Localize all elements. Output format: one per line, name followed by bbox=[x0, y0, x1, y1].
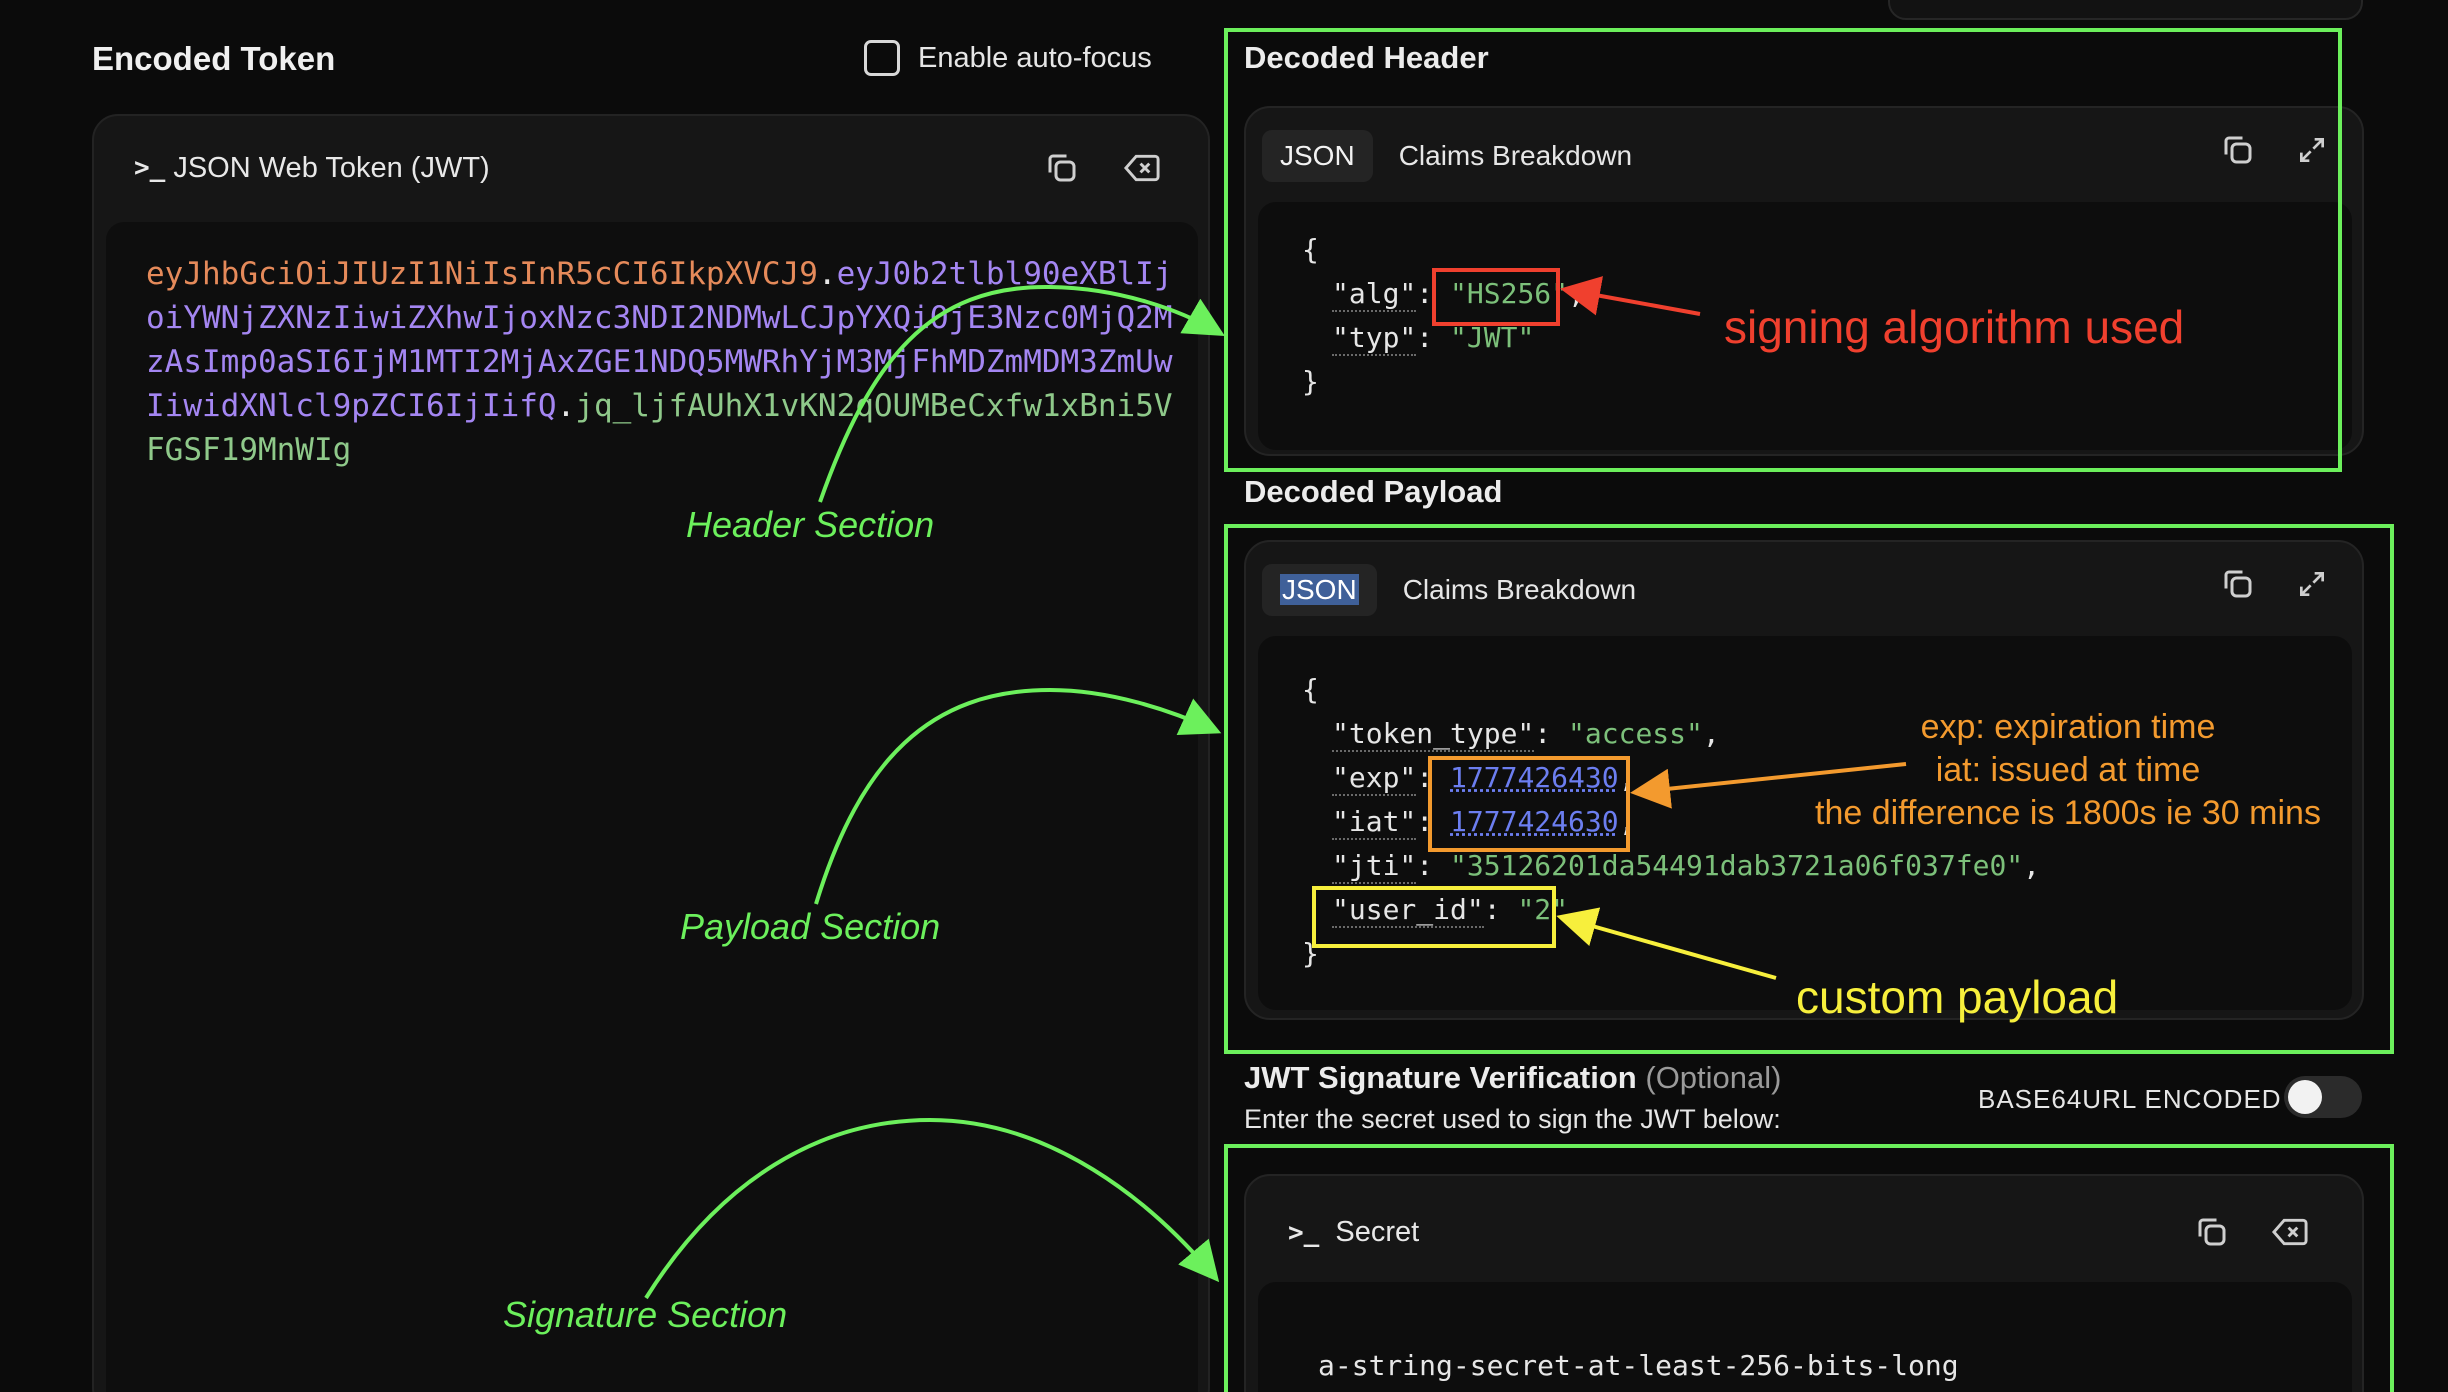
encoded-token-text[interactable]: eyJhbGciOiJIUzI1NiIsInR5cCI6IkpXVCJ9.eyJ… bbox=[146, 252, 1186, 472]
auto-focus-checkbox[interactable] bbox=[864, 40, 900, 76]
token-dot: . bbox=[818, 256, 837, 292]
token-header-segment: eyJhbGciOiJIUzI1NiIsInR5cCI6IkpXVCJ9 bbox=[146, 256, 818, 292]
signature-optional: (Optional) bbox=[1645, 1060, 1781, 1095]
payload-section-highlight bbox=[1224, 524, 2394, 1054]
signature-section-highlight bbox=[1224, 1144, 2394, 1392]
signature-title-text: JWT Signature Verification bbox=[1244, 1060, 1637, 1095]
payload-section-annotation: Payload Section bbox=[680, 906, 940, 948]
encoded-token-title: Encoded Token bbox=[92, 40, 335, 78]
toggle-knob bbox=[2288, 1080, 2322, 1114]
clear-icon bbox=[1123, 150, 1161, 186]
encoded-token-panel: >_ JSON Web Token (JWT) eyJhbGciOiJIUzI1… bbox=[92, 114, 1210, 1392]
base64url-toggle[interactable] bbox=[2284, 1076, 2362, 1118]
signature-subtitle: Enter the secret used to sign the JWT be… bbox=[1244, 1104, 1781, 1135]
auto-focus-toggle[interactable]: Enable auto-focus bbox=[864, 40, 1152, 76]
clear-token-button[interactable] bbox=[1120, 146, 1164, 190]
auto-focus-label: Enable auto-focus bbox=[918, 42, 1152, 75]
token-dot: . bbox=[557, 388, 576, 424]
decoded-payload-title: Decoded Payload bbox=[1244, 474, 1502, 510]
signature-title: JWT Signature Verification (Optional) bbox=[1244, 1060, 1781, 1096]
copy-token-button[interactable] bbox=[1040, 146, 1084, 190]
base64url-label: BASE64URL ENCODED bbox=[1978, 1084, 2282, 1115]
copy-icon bbox=[1044, 150, 1080, 186]
terminal-prompt-icon: >_ bbox=[134, 153, 165, 183]
signature-section-annotation: Signature Section bbox=[503, 1294, 787, 1336]
header-section-highlight bbox=[1224, 28, 2342, 472]
jwt-panel-title: JSON Web Token (JWT) bbox=[173, 152, 489, 185]
previous-panel-edge bbox=[1888, 0, 2363, 20]
header-section-annotation: Header Section bbox=[686, 504, 934, 546]
token-editor[interactable]: eyJhbGciOiJIUzI1NiIsInR5cCI6IkpXVCJ9.eyJ… bbox=[106, 222, 1198, 1392]
